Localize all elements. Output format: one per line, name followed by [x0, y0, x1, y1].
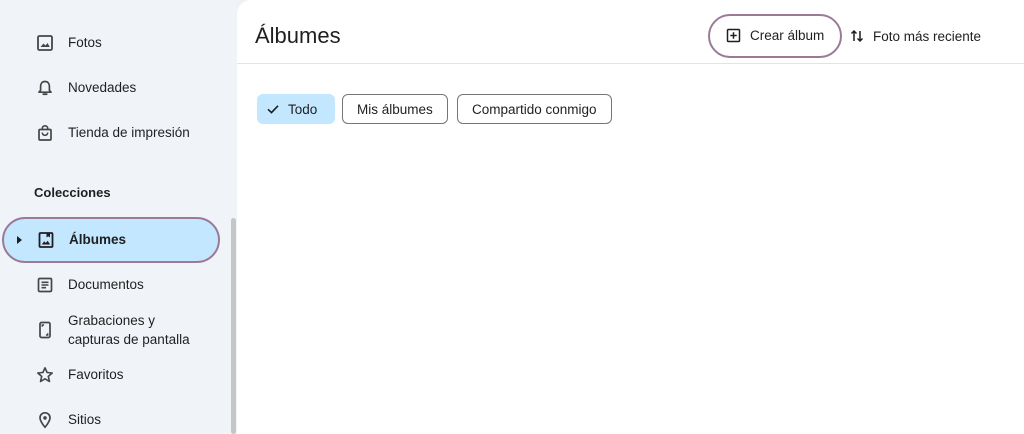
- photo-icon: [36, 34, 54, 52]
- sidebar-item-grabaciones[interactable]: Grabaciones y capturas de pantalla: [4, 309, 218, 351]
- document-icon: [36, 276, 54, 294]
- sidebar: Fotos Novedades Tienda de impresión Cole…: [0, 0, 237, 434]
- add-box-icon: [726, 28, 741, 43]
- section-title-colecciones: Colecciones: [34, 185, 111, 200]
- sidebar-item-label-line1: Grabaciones y: [68, 313, 156, 328]
- chip-compartido-conmigo[interactable]: Compartido conmigo: [457, 94, 612, 124]
- sidebar-item-label: Favoritos: [68, 367, 124, 382]
- sidebar-item-label: Tienda de impresión: [68, 125, 190, 140]
- sidebar-item-label: Grabaciones y capturas de pantalla: [68, 311, 190, 349]
- sidebar-item-label: Sitios: [68, 412, 102, 427]
- sidebar-item-sitios[interactable]: Sitios: [4, 399, 218, 434]
- header-divider: [237, 63, 1024, 64]
- location-pin-icon: [36, 411, 54, 429]
- sidebar-item-novedades[interactable]: Novedades: [4, 67, 218, 109]
- sidebar-item-label: Documentos: [68, 277, 144, 292]
- star-icon: [36, 366, 54, 384]
- sidebar-item-label: Álbumes: [69, 232, 127, 247]
- page-title: Álbumes: [255, 23, 341, 48]
- sidebar-item-tienda[interactable]: Tienda de impresión: [4, 112, 218, 154]
- check-icon: [266, 102, 280, 116]
- phone-screenshot-icon: [36, 321, 54, 339]
- chip-todo[interactable]: Todo: [257, 94, 335, 124]
- chip-label: Compartido conmigo: [472, 101, 597, 117]
- create-album-label: Crear álbum: [750, 28, 825, 43]
- sidebar-item-fotos[interactable]: Fotos: [4, 22, 218, 64]
- sidebar-item-favoritos[interactable]: Favoritos: [4, 354, 218, 396]
- sort-arrows-icon: [849, 28, 865, 44]
- caret-right-icon: [17, 236, 22, 244]
- sidebar-scrollbar[interactable]: [231, 218, 236, 434]
- sidebar-item-documentos[interactable]: Documentos: [4, 264, 218, 306]
- sort-label: Foto más reciente: [873, 28, 982, 44]
- album-icon: [37, 231, 55, 249]
- bell-icon: [36, 79, 54, 97]
- sidebar-item-label-line2: capturas de pantalla: [68, 332, 190, 347]
- chip-label: Mis álbumes: [357, 101, 433, 117]
- sidebar-item-label: Novedades: [68, 80, 137, 95]
- sidebar-item-albumes[interactable]: Álbumes: [2, 217, 220, 263]
- chip-label: Todo: [288, 101, 318, 117]
- sidebar-item-label: Fotos: [68, 35, 102, 50]
- sort-button[interactable]: Foto más reciente: [849, 25, 981, 47]
- create-album-button[interactable]: Crear álbum: [708, 14, 842, 58]
- chip-mis-albumes[interactable]: Mis álbumes: [342, 94, 448, 124]
- main-content: Álbumes Crear álbum Foto más reciente To…: [237, 0, 1024, 434]
- shopping-bag-icon: [36, 124, 54, 142]
